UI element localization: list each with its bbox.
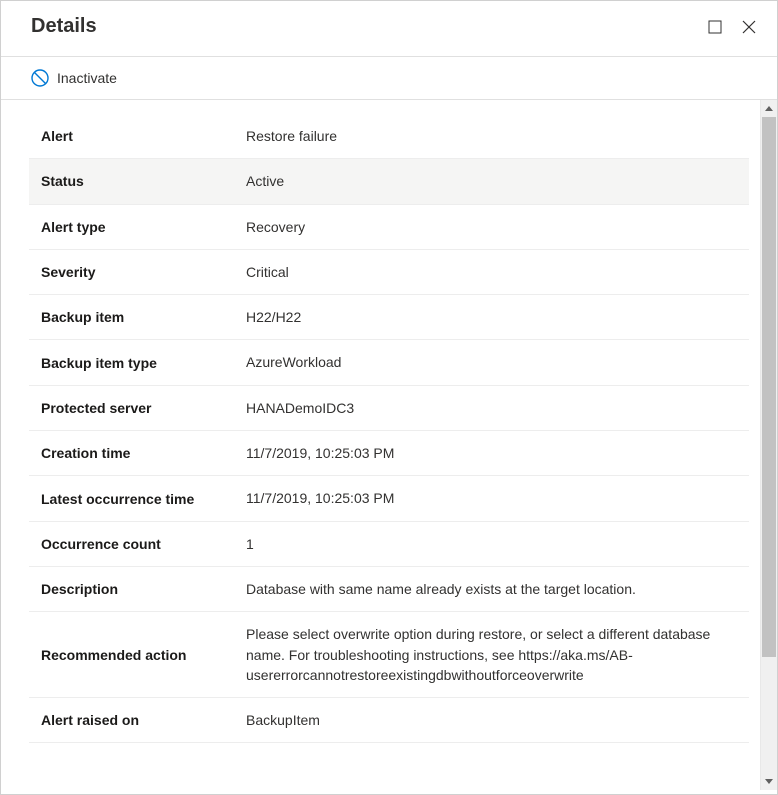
detail-label: Occurrence count bbox=[41, 536, 246, 552]
inactivate-button[interactable]: Inactivate bbox=[31, 69, 117, 87]
detail-value: HANADemoIDC3 bbox=[246, 398, 737, 418]
detail-row-severity: Severity Critical bbox=[29, 250, 749, 295]
detail-label: Recommended action bbox=[41, 647, 246, 663]
page-title: Details bbox=[31, 15, 97, 38]
detail-label: Severity bbox=[41, 264, 246, 280]
detail-label: Protected server bbox=[41, 400, 246, 416]
detail-value: Restore failure bbox=[246, 126, 737, 146]
details-panel: Alert Restore failure Status Active Aler… bbox=[1, 100, 777, 790]
detail-label: Status bbox=[41, 173, 246, 189]
detail-row-backup-item-type: Backup item type AzureWorkload bbox=[29, 340, 749, 385]
close-button[interactable] bbox=[741, 19, 757, 35]
detail-row-alert: Alert Restore failure bbox=[29, 114, 749, 159]
detail-label: Creation time bbox=[41, 445, 246, 461]
detail-value: Please select overwrite option during re… bbox=[246, 624, 737, 685]
detail-value: 1 bbox=[246, 534, 737, 554]
detail-value: Recovery bbox=[246, 217, 737, 237]
content-wrapper: Alert Restore failure Status Active Aler… bbox=[1, 100, 777, 790]
scrollbar-up-arrow-icon[interactable] bbox=[761, 100, 777, 117]
detail-row-alert-raised-on: Alert raised on BackupItem bbox=[29, 698, 749, 743]
detail-label: Description bbox=[41, 581, 246, 597]
window-controls bbox=[707, 19, 757, 35]
detail-row-occurrence-count: Occurrence count 1 bbox=[29, 522, 749, 567]
detail-row-status: Status Active bbox=[29, 159, 749, 204]
detail-label: Alert raised on bbox=[41, 712, 246, 728]
detail-label: Alert bbox=[41, 128, 246, 144]
detail-row-latest-occurrence-time: Latest occurrence time 11/7/2019, 10:25:… bbox=[29, 476, 749, 521]
detail-value: 11/7/2019, 10:25:03 PM bbox=[246, 488, 737, 508]
detail-value: H22/H22 bbox=[246, 307, 737, 327]
detail-label: Alert type bbox=[41, 219, 246, 235]
detail-value: 11/7/2019, 10:25:03 PM bbox=[246, 443, 737, 463]
detail-value: BackupItem bbox=[246, 710, 737, 730]
detail-label: Latest occurrence time bbox=[41, 491, 246, 507]
detail-value: Active bbox=[246, 171, 737, 191]
toolbar: Inactivate bbox=[1, 57, 777, 100]
detail-row-recommended-action: Recommended action Please select overwri… bbox=[29, 612, 749, 698]
scrollbar-thumb[interactable] bbox=[762, 117, 776, 657]
close-icon bbox=[742, 20, 756, 34]
detail-label: Backup item type bbox=[41, 355, 246, 371]
prohibit-icon bbox=[31, 69, 49, 87]
window-header: Details bbox=[1, 1, 777, 57]
detail-value: Database with same name already exists a… bbox=[246, 579, 737, 599]
detail-label: Backup item bbox=[41, 309, 246, 325]
detail-value: AzureWorkload bbox=[246, 352, 737, 372]
scrollbar[interactable] bbox=[760, 100, 777, 790]
maximize-button[interactable] bbox=[707, 19, 723, 35]
detail-row-alert-type: Alert type Recovery bbox=[29, 205, 749, 250]
scrollbar-down-arrow-icon[interactable] bbox=[761, 773, 777, 790]
detail-row-description: Description Database with same name alre… bbox=[29, 567, 749, 612]
maximize-icon bbox=[708, 20, 722, 34]
detail-row-backup-item: Backup item H22/H22 bbox=[29, 295, 749, 340]
inactivate-label: Inactivate bbox=[57, 70, 117, 86]
detail-row-protected-server: Protected server HANADemoIDC3 bbox=[29, 386, 749, 431]
detail-value: Critical bbox=[246, 262, 737, 282]
detail-row-creation-time: Creation time 11/7/2019, 10:25:03 PM bbox=[29, 431, 749, 476]
